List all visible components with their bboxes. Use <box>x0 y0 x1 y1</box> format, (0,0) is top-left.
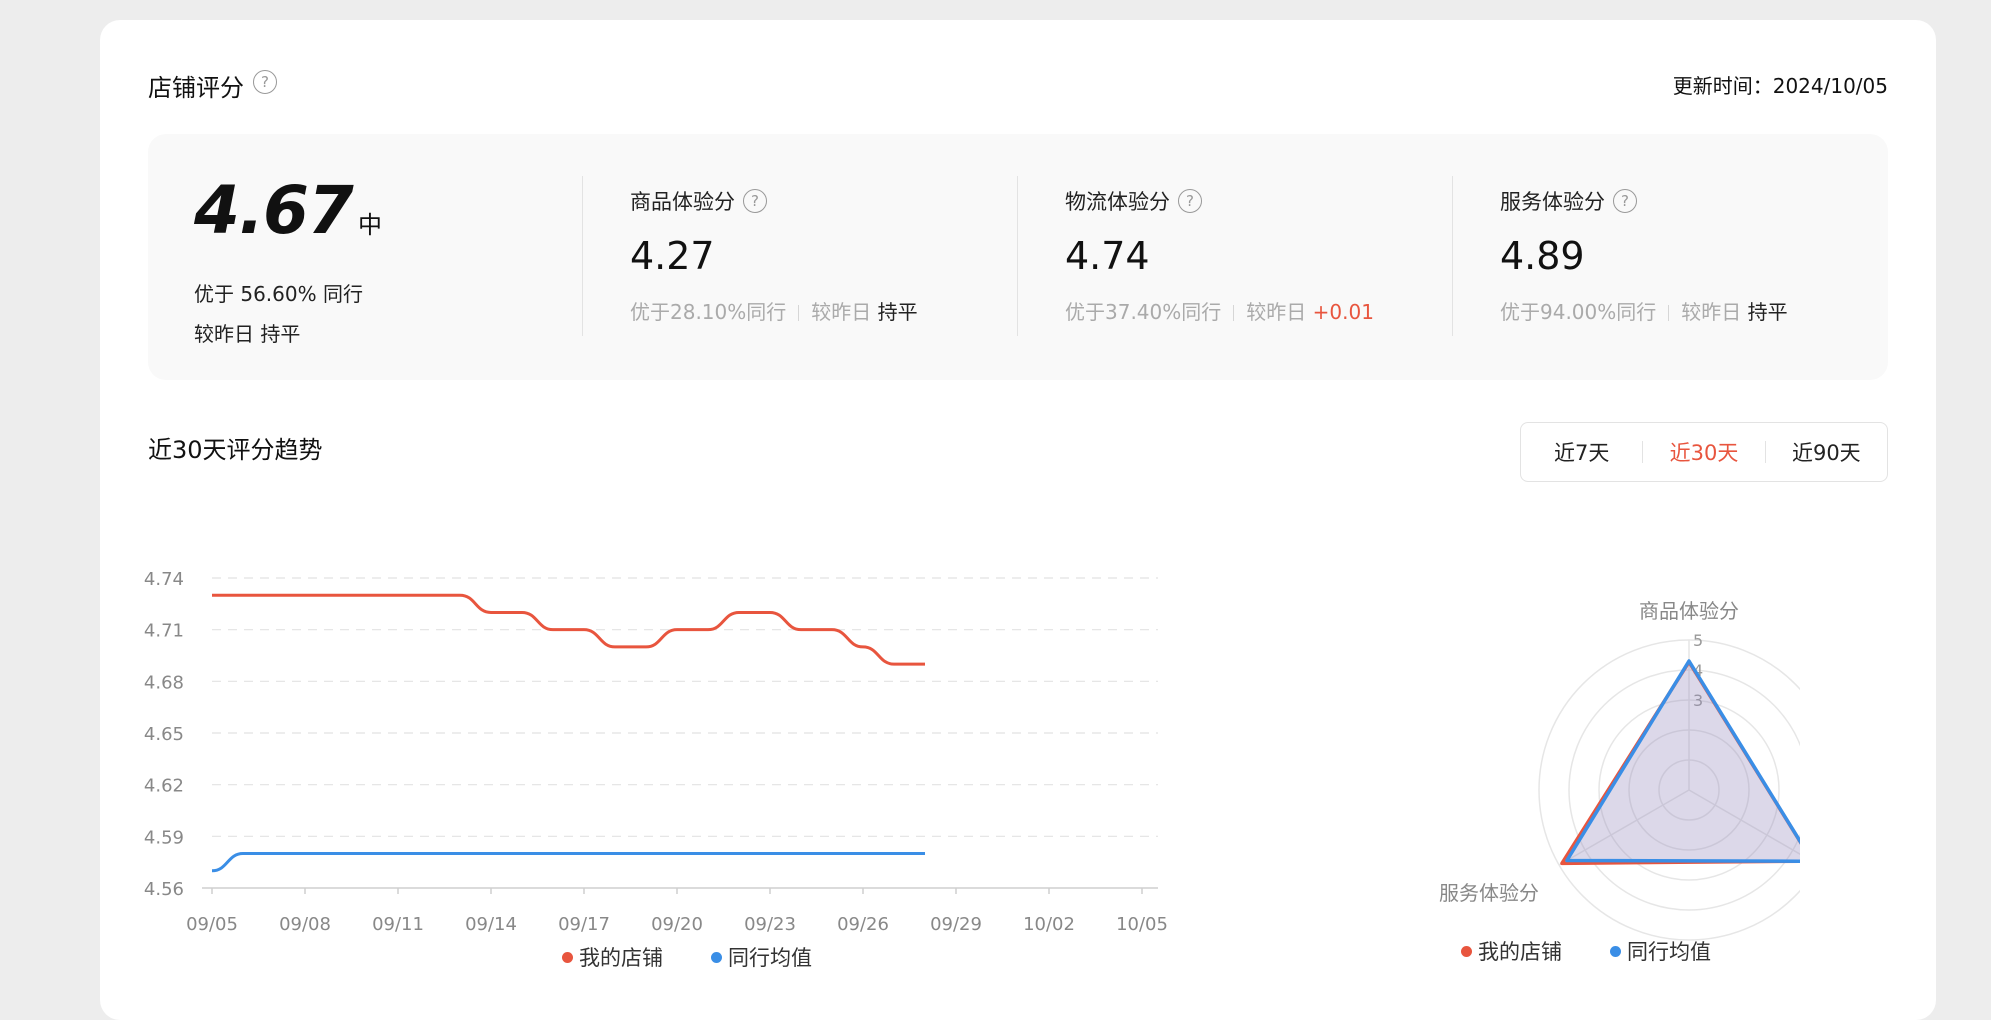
divider <box>582 176 583 336</box>
overall-compare-value: 持平 <box>260 322 301 346</box>
help-icon[interactable]: ? <box>253 70 277 94</box>
series-line-peer-avg <box>211 852 925 873</box>
x-tick-label: 09/11 <box>372 914 424 935</box>
legend-dot-my-store <box>562 951 573 963</box>
radar-area-peer-avg <box>1565 659 1800 863</box>
y-tick-label: 4.65 <box>144 724 184 745</box>
x-tick-label: 09/08 <box>279 914 331 935</box>
range-selector: 近7天 近30天 近90天 <box>1520 422 1888 482</box>
y-tick-label: 4.74 <box>144 569 184 590</box>
metric-compare-label: 较昨日 <box>1681 300 1742 324</box>
metric-compare-label: 较昨日 <box>811 300 872 324</box>
y-tick-label: 4.59 <box>144 827 184 848</box>
metric-value: 4.27 <box>630 234 715 278</box>
shop-rating-card: 店铺评分 ? 更新时间：2024/10/05 4.67 中 优于 56.60% … <box>100 20 1936 1020</box>
metric-compare-value: 持平 <box>877 300 918 324</box>
trend-line-chart: 4.56 4.59 4.62 4.65 4.68 4.71 4.74 09/05 09/08 09… <box>144 569 1168 935</box>
update-time-label: 更新时间： <box>1672 74 1773 98</box>
metric-product: 商品体验分 ? 4.27 优于28.10%同行 较昨日 持平 <box>630 186 918 325</box>
radar-indicator-label: 商品体验分 <box>1639 599 1739 623</box>
range-90d[interactable]: 近90天 <box>1766 437 1887 467</box>
x-tick-label: 10/05 <box>1116 914 1168 935</box>
x-tick-label: 09/23 <box>744 914 796 935</box>
y-tick-label: 4.56 <box>144 879 184 900</box>
metric-service: 服务体验分 ? 4.89 优于94.00%同行 较昨日 持平 <box>1500 186 1788 325</box>
overall-compare-label: 较昨日 <box>194 322 254 346</box>
metric-label: 商品体验分 <box>630 190 735 214</box>
legend-dot-my-store <box>1461 945 1472 957</box>
y-tick-label: 4.62 <box>144 776 184 797</box>
help-icon[interactable]: ? <box>1178 189 1202 213</box>
x-tick-label: 10/02 <box>1023 914 1075 935</box>
range-7d[interactable]: 近7天 <box>1521 437 1642 467</box>
metric-label: 服务体验分 <box>1500 190 1605 214</box>
metric-compare-value: +0.01 <box>1312 300 1374 324</box>
x-tick-label: 09/14 <box>465 914 517 935</box>
x-tick-label: 09/26 <box>837 914 889 935</box>
metric-better-than: 优于94.00%同行 <box>1500 300 1657 324</box>
metric-value: 4.89 <box>1500 234 1585 278</box>
x-tick-label: 09/17 <box>558 914 610 935</box>
trend-title: 近30天评分趋势 <box>148 436 323 464</box>
legend-dot-peer-avg <box>1610 945 1621 957</box>
metric-compare-value: 持平 <box>1747 300 1788 324</box>
overall-score: 4.67 <box>194 172 354 249</box>
help-icon[interactable]: ? <box>1613 189 1637 213</box>
overall-compare: 较昨日 持平 <box>194 318 300 347</box>
radar-indicator-label: 服务体验分 <box>1439 881 1539 905</box>
y-tick-label: 4.68 <box>144 672 184 693</box>
x-tick-label: 09/20 <box>651 914 703 935</box>
series-line-my-store <box>212 593 926 666</box>
legend-peer-avg[interactable]: 同行均值 <box>1627 936 1711 966</box>
help-icon[interactable]: ? <box>743 189 767 213</box>
update-time: 更新时间：2024/10/05 <box>1673 70 1888 99</box>
separator <box>1668 305 1670 321</box>
legend-peer-avg[interactable]: 同行均值 <box>728 942 812 972</box>
x-tick-label: 09/29 <box>930 914 982 935</box>
x-tick-label: 09/05 <box>186 914 238 935</box>
legend-my-store[interactable]: 我的店铺 <box>579 942 663 972</box>
metric-better-than: 优于28.10%同行 <box>630 300 787 324</box>
overall-better-than: 优于 56.60% 同行 <box>194 282 363 306</box>
divider <box>1017 176 1018 336</box>
metric-compare-label: 较昨日 <box>1246 300 1307 324</box>
legend-my-store[interactable]: 我的店铺 <box>1478 936 1562 966</box>
divider <box>1452 176 1453 336</box>
metric-logistics: 物流体验分 ? 4.74 优于37.40%同行 较昨日 +0.01 <box>1065 186 1374 325</box>
separator <box>798 305 800 321</box>
overall-level: 中 <box>357 211 382 239</box>
radar-chart: 543商品体验分物流体验分服务体验分 <box>1439 599 1800 941</box>
radar-legend: 我的店铺 同行均值 <box>1461 936 1711 966</box>
update-time-value: 2024/10/05 <box>1772 74 1888 98</box>
legend-dot-peer-avg <box>711 951 722 963</box>
separator <box>1233 305 1235 321</box>
y-tick-label: 4.71 <box>144 621 184 642</box>
metric-better-than: 优于37.40%同行 <box>1065 300 1222 324</box>
line-legend: 我的店铺 同行均值 <box>562 942 812 972</box>
radar-ring-label: 5 <box>1693 631 1703 650</box>
overall-score-block: 4.67 中 <box>194 172 382 249</box>
metric-label: 物流体验分 <box>1065 190 1170 214</box>
metric-value: 4.74 <box>1065 234 1150 278</box>
range-30d[interactable]: 近30天 <box>1643 437 1764 467</box>
page-title: 店铺评分 <box>148 74 244 102</box>
score-summary-panel: 4.67 中 优于 56.60% 同行 较昨日 持平 商品体验分 ? 4.27 … <box>148 134 1888 380</box>
